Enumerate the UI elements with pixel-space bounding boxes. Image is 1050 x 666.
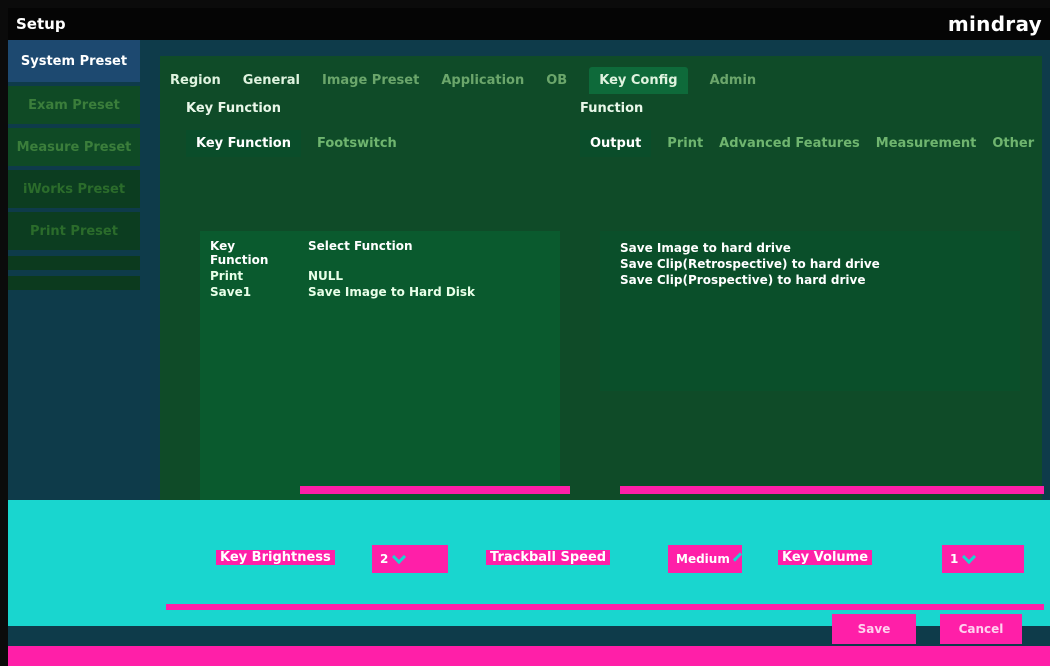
key-function-subtabs: Key Function Footswitch [186,128,397,158]
nav-exam-preset[interactable]: Exam Preset [8,86,140,124]
save-button[interactable]: Save [832,614,916,644]
chevron-down-icon [732,552,742,562]
key-volume-label: Key Volume [778,550,873,565]
cancel-button[interactable]: Cancel [940,614,1022,644]
decorative-strip [300,486,570,494]
header-key-function: Key Function [210,239,269,267]
tab-ob[interactable]: OB [546,73,567,94]
decorative-strip [166,604,1044,610]
bottom-strip [8,646,1050,666]
chevron-down-icon [392,549,407,565]
nav-iworks-preset[interactable]: iWorks Preset [8,170,140,208]
table-row[interactable]: Print NULL [210,269,550,283]
subtab-key-function[interactable]: Key Function [186,129,301,157]
tab-admin[interactable]: Admin [710,73,757,94]
trackball-speed-label: Trackball Speed [486,550,611,565]
subtab-output[interactable]: Output [580,129,652,157]
top-tabs: Region General Image Preset Application … [160,56,1042,94]
tab-region[interactable]: Region [170,73,221,94]
left-nav-spacer [8,256,140,270]
key-brightness-select[interactable]: 2 [372,545,448,573]
function-option[interactable]: Save Image to hard drive [620,241,1000,255]
cell-function: NULL [308,269,344,283]
nav-system-preset[interactable]: System Preset [8,40,140,82]
subtab-measurement[interactable]: Measurement [876,136,977,151]
tab-image-preset[interactable]: Image Preset [322,73,419,94]
key-volume-value: 1 [950,552,959,566]
subtab-footswitch[interactable]: Footswitch [317,136,397,151]
subtab-print[interactable]: Print [667,136,703,151]
subtab-other[interactable]: Other [992,136,1034,151]
function-subtabs: Output Print Advanced Features Measureme… [580,128,1034,158]
cell-function: Save Image to Hard Disk [308,285,476,299]
nav-measure-preset[interactable]: Measure Preset [8,128,140,166]
key-volume-select[interactable]: 1 [942,545,1024,573]
decorative-strip [620,486,1044,494]
nav-print-preset[interactable]: Print Preset [8,212,140,250]
key-brightness-value: 2 [380,552,389,566]
subtab-advanced-features[interactable]: Advanced Features [719,136,860,151]
chevron-down-icon [962,549,977,565]
cell-key: Save1 [210,285,252,299]
trackball-speed-value: Medium [676,552,730,566]
left-nav-spacer [8,276,140,290]
function-option[interactable]: Save Clip(Prospective) to hard drive [620,273,1000,287]
section-key-function: Key Function [186,101,281,116]
table-header: Key Function Select Function [210,239,550,267]
section-function: Function [580,101,644,116]
header-select-function: Select Function [308,239,413,253]
key-brightness-label: Key Brightness [216,550,335,565]
tab-general[interactable]: General [243,73,300,94]
function-option[interactable]: Save Clip(Retrospective) to hard drive [620,257,1000,271]
tab-application[interactable]: Application [441,73,524,94]
title-bar: Setup mindray [8,8,1050,40]
tab-key-config[interactable]: Key Config [589,67,688,94]
table-row[interactable]: Save1 Save Image to Hard Disk [210,285,550,299]
function-options-list: Save Image to hard drive Save Clip(Retro… [600,231,1020,391]
cell-key: Print [210,269,244,283]
trackball-speed-select[interactable]: Medium [668,545,742,573]
window-title: Setup [16,15,66,33]
brand-logo: mindray [947,12,1042,36]
